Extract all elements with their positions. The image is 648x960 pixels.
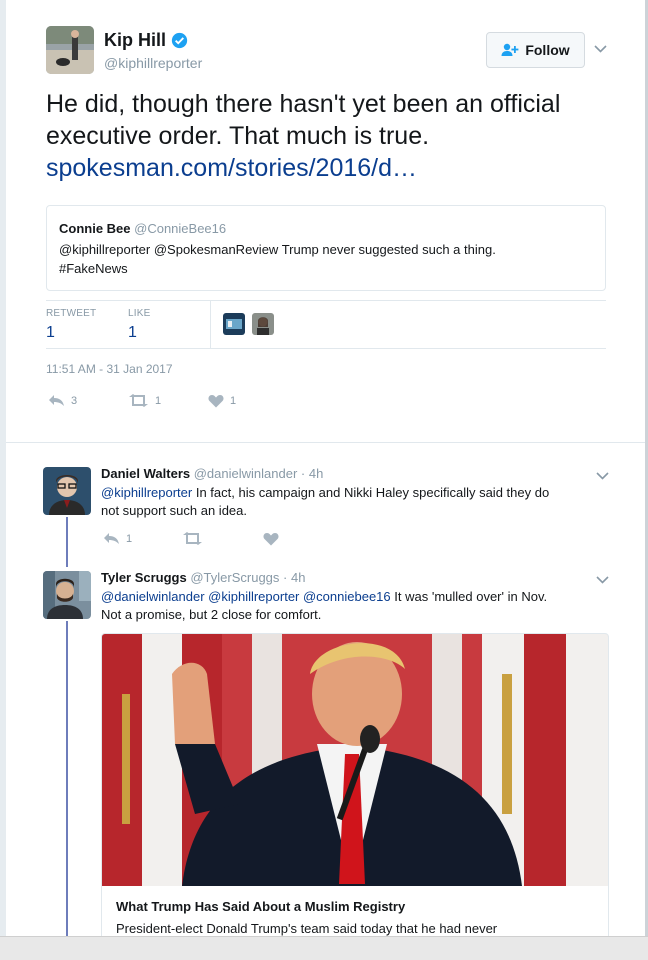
reply-count: 3 xyxy=(71,394,78,407)
reply-count: 1 xyxy=(126,532,133,545)
reply-icon xyxy=(104,533,119,544)
retweet-stat-label: RETWEET xyxy=(46,308,97,319)
reply-author-handle[interactable]: @danielwinlander xyxy=(194,466,298,481)
thread-line xyxy=(66,517,68,567)
quoted-text: @kiphillreporter @SpokesmanReview Trump … xyxy=(59,240,599,278)
quoted-author-name: Connie Bee xyxy=(59,221,131,236)
avatar[interactable] xyxy=(46,26,94,74)
reply-author-handle[interactable]: @TylerScruggs xyxy=(190,570,279,585)
quoted-author-handle: @ConnieBee16 xyxy=(134,221,227,236)
bottom-bar xyxy=(0,936,648,960)
link-card[interactable]: What Trump Has Said About a Muslim Regis… xyxy=(101,633,609,936)
follow-button[interactable]: Follow xyxy=(486,32,585,68)
follow-label: Follow xyxy=(525,42,570,58)
follow-person-icon xyxy=(501,43,519,56)
mention-link[interactable]: @danielwinlander @kiphillreporter @conni… xyxy=(101,589,391,604)
heart-icon xyxy=(263,533,279,546)
reply-text-body: In fact, his campaign and Nikki Haley sp… xyxy=(192,485,550,500)
like-stat-label: LIKE xyxy=(128,308,151,319)
reply-icon xyxy=(49,395,64,406)
section-divider xyxy=(6,442,645,443)
retweet-icon xyxy=(183,532,202,545)
retweet-icon xyxy=(129,394,148,407)
reply-action[interactable]: 3 xyxy=(48,394,77,407)
reply-text: @kiphillreporter In fact, his campaign a… xyxy=(101,484,601,520)
retweet-stat[interactable]: RETWEET 1 xyxy=(46,308,96,342)
reply-header: Tyler Scruggs @TylerScruggs · 4h xyxy=(101,570,305,585)
tweet-text: He did, though there hasn't yet been an … xyxy=(46,88,626,184)
like-action[interactable] xyxy=(263,532,279,546)
verified-badge-icon xyxy=(171,32,188,49)
reply-text-line2: not support such an idea. xyxy=(101,503,247,518)
reply-time[interactable]: · 4h xyxy=(301,466,323,481)
liker-avatar[interactable] xyxy=(223,313,245,335)
author-name[interactable]: Kip Hill xyxy=(104,30,188,51)
liker-avatar[interactable] xyxy=(252,313,274,335)
tweet-link[interactable]: spokesman.com/stories/2016/d… xyxy=(46,154,417,182)
reply-text-body: It was 'mulled over' in Nov. xyxy=(390,589,548,604)
quoted-text-line2: #FakeNews xyxy=(59,261,128,276)
quoted-author: Connie Bee @ConnieBee16 xyxy=(59,221,226,236)
like-stat[interactable]: LIKE 1 xyxy=(128,308,150,342)
retweet-stat-value: 1 xyxy=(46,324,55,341)
like-action[interactable]: 1 xyxy=(208,394,236,408)
reply-author-name[interactable]: Daniel Walters xyxy=(101,466,190,481)
retweet-action[interactable] xyxy=(182,532,203,545)
reply-action[interactable]: 1 xyxy=(103,532,132,545)
thread-line xyxy=(66,621,68,936)
tweet-page: Kip Hill @kiphillreporter Follow He did,… xyxy=(6,0,645,936)
tweet-timestamp[interactable]: 11:51 AM - 31 Jan 2017 xyxy=(46,362,173,376)
stats-divider xyxy=(210,301,211,348)
card-image xyxy=(102,634,608,886)
chevron-down-icon[interactable] xyxy=(596,468,609,483)
avatar[interactable] xyxy=(43,467,91,515)
quoted-tweet[interactable]: Connie Bee @ConnieBee16 @kiphillreporter… xyxy=(46,205,606,291)
retweet-action[interactable]: 1 xyxy=(128,394,161,407)
reply-text-line2: Not a promise, but 2 close for comfort. xyxy=(101,607,322,622)
quoted-text-line1: @kiphillreporter @SpokesmanReview Trump … xyxy=(59,242,496,257)
mention-link[interactable]: @kiphillreporter xyxy=(101,485,192,500)
chevron-down-icon[interactable] xyxy=(596,572,609,587)
reply-text: @danielwinlander @kiphillreporter @conni… xyxy=(101,588,601,624)
reply-time[interactable]: · 4h xyxy=(283,570,305,585)
tweet-stats: RETWEET 1 LIKE 1 xyxy=(46,300,606,349)
author-name-text[interactable]: Kip Hill xyxy=(104,30,166,51)
heart-icon xyxy=(208,395,224,408)
avatar[interactable] xyxy=(43,571,91,619)
card-title[interactable]: What Trump Has Said About a Muslim Regis… xyxy=(116,899,405,914)
card-description: President-elect Donald Trump's team said… xyxy=(116,921,498,936)
retweet-count: 1 xyxy=(155,394,162,407)
reply-header: Daniel Walters @danielwinlander · 4h xyxy=(101,466,323,481)
like-stat-value: 1 xyxy=(128,324,137,341)
tweet-body: He did, though there hasn't yet been an … xyxy=(46,90,561,150)
like-count: 1 xyxy=(230,395,237,407)
chevron-down-icon[interactable] xyxy=(594,41,607,56)
author-handle[interactable]: @kiphillreporter xyxy=(104,55,202,71)
reply-author-name[interactable]: Tyler Scruggs xyxy=(101,570,187,585)
